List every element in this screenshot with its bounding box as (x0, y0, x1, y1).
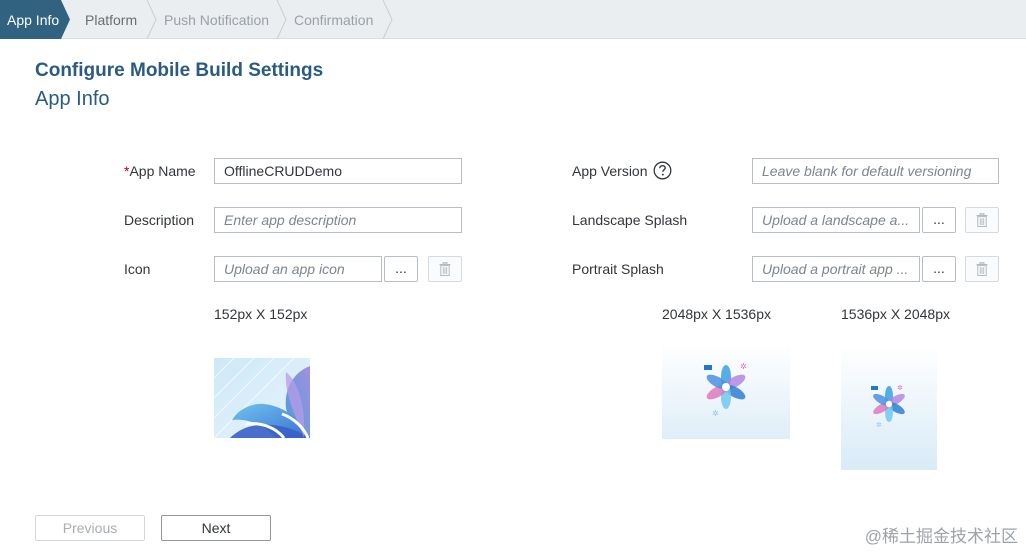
trash-icon (976, 213, 988, 227)
step-confirmation: Confirmation (294, 12, 374, 28)
watermark: @稀土掘金技术社区 (864, 527, 1018, 546)
question-circle-icon[interactable] (653, 161, 672, 180)
landscape-splash-browse-button[interactable]: ... (922, 207, 956, 233)
step-separator-chevron (382, 0, 394, 39)
step-separator-chevron (146, 0, 158, 39)
icon-delete-button[interactable] (428, 256, 462, 282)
app-name-label: *App Name (124, 163, 196, 179)
description-input[interactable]: Enter app description (214, 207, 462, 233)
svg-text:✲: ✲ (740, 362, 747, 371)
app-name-input[interactable]: OfflineCRUDDemo (214, 158, 462, 184)
icon-dimensions: 152px X 152px (214, 306, 308, 322)
page-subtitle: App Info (35, 88, 110, 110)
landscape-splash-preview-image: ✲ ✲ (662, 343, 790, 439)
svg-text:✲: ✲ (897, 384, 903, 392)
landscape-splash-delete-button[interactable] (965, 207, 999, 233)
trash-icon (976, 262, 988, 276)
wizard-step-bar: App Info Platform Push Notification Conf… (0, 0, 1026, 39)
step-platform[interactable]: Platform (85, 0, 137, 39)
portrait-splash-upload-input[interactable]: Upload a portrait app ... (752, 256, 920, 282)
step-separator-chevron (276, 0, 288, 39)
next-button[interactable]: Next (161, 515, 271, 541)
page-title: Configure Mobile Build Settings (35, 60, 324, 81)
step-app-info[interactable]: App Info (0, 0, 70, 39)
portrait-splash-dimensions: 1536px X 2048px (841, 306, 950, 322)
previous-button[interactable]: Previous (35, 515, 145, 541)
landscape-splash-dimensions: 2048px X 1536px (662, 306, 771, 322)
icon-upload-input[interactable]: Upload an app icon (214, 256, 382, 282)
svg-text:✲: ✲ (712, 409, 719, 418)
trash-icon (439, 262, 451, 276)
app-icon-preview-image (214, 358, 310, 438)
portrait-splash-label: Portrait Splash (572, 261, 664, 277)
svg-text:✲: ✲ (876, 421, 882, 429)
portrait-splash-delete-button[interactable] (965, 256, 999, 282)
landscape-splash-upload-input[interactable]: Upload a landscape a... (752, 207, 920, 233)
description-label: Description (124, 212, 195, 228)
app-version-label: App Version (572, 163, 648, 179)
icon-label: Icon (124, 261, 151, 277)
app-version-input[interactable]: Leave blank for default versioning (752, 158, 999, 184)
portrait-splash-browse-button[interactable]: ... (922, 256, 956, 282)
landscape-splash-label: Landscape Splash (572, 212, 688, 228)
step-push-notification: Push Notification (164, 12, 270, 28)
portrait-splash-preview-image: ✲ ✲ (841, 346, 937, 470)
icon-browse-button[interactable]: ... (384, 256, 418, 282)
